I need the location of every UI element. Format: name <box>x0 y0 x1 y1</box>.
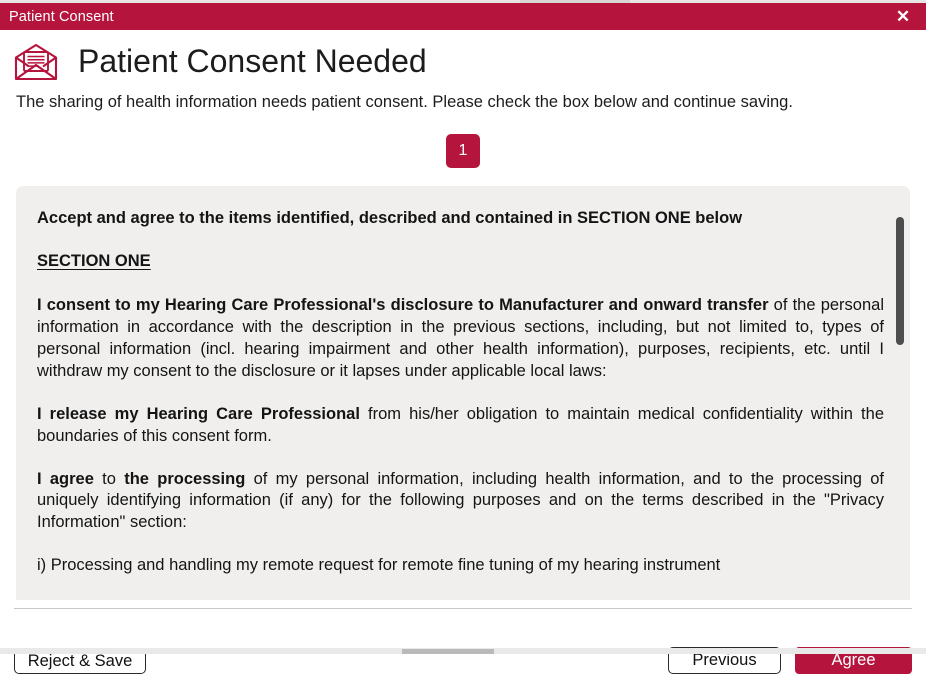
consent-section-label: SECTION ONE <box>37 251 884 273</box>
dialog-subtitle: The sharing of health information needs … <box>16 93 793 111</box>
consent-paragraph-3-lead: I agree <box>37 469 94 488</box>
consent-paragraph-2-lead: I release my Hearing Care Professional <box>37 404 360 423</box>
consent-paragraph-3-mid: to <box>93 469 125 488</box>
window-titlebar: Patient Consent ✕ <box>0 3 926 30</box>
section-one-label: SECTION ONE <box>37 251 151 270</box>
window-title: Patient Consent <box>9 8 114 25</box>
dialog-header: Patient Consent Needed <box>0 34 926 90</box>
vertical-scrollbar-thumb[interactable] <box>896 217 904 345</box>
consent-text-content: Accept and agree to the items identified… <box>16 186 910 587</box>
consent-paragraph-3-lead-second: the processing <box>124 469 246 488</box>
dialog-body: Patient Consent Needed The sharing of he… <box>0 30 926 674</box>
stepper: 1 <box>0 134 926 168</box>
consent-paragraph-2: I release my Hearing Care Professional f… <box>37 404 884 448</box>
open-envelope-letter-icon <box>8 34 64 90</box>
consent-paragraph-3: I agree to the processing of my personal… <box>37 469 884 535</box>
consent-list-item-i: i) Processing and handling my remote req… <box>37 556 721 575</box>
page-title: Patient Consent Needed <box>78 43 427 80</box>
consent-text-panel[interactable]: Accept and agree to the items identified… <box>16 186 910 600</box>
consent-paragraph-1: I consent to my Hearing Care Professiona… <box>37 295 884 383</box>
consent-heading: Accept and agree to the items identified… <box>37 209 743 227</box>
step-badge-1[interactable]: 1 <box>446 134 480 168</box>
vertical-scrollbar-track[interactable] <box>894 188 906 598</box>
close-icon[interactable]: ✕ <box>880 3 926 30</box>
background-window-bleed-bottom-shadow <box>402 649 494 654</box>
consent-paragraph-1-lead: I consent to my Hearing Care Professiona… <box>37 295 769 314</box>
